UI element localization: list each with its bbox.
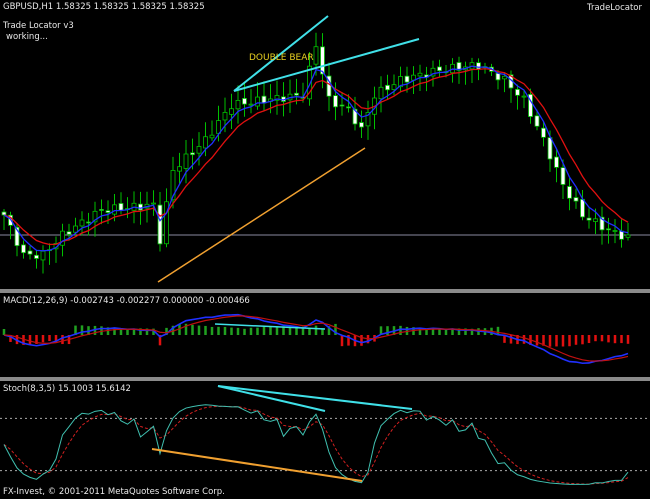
candle-body	[313, 46, 319, 65]
candle-body	[391, 84, 397, 90]
candle-body	[255, 96, 260, 107]
candle-body	[476, 62, 481, 70]
macd-signal-line	[3, 315, 629, 362]
stoch-main-line	[3, 404, 629, 485]
candle-body	[359, 122, 364, 128]
candle-body	[222, 112, 228, 121]
candle-body	[34, 254, 39, 259]
candle-body	[177, 166, 182, 172]
candle-body	[625, 234, 631, 238]
candle-body	[203, 136, 208, 149]
indicator-name: Trade Locator v3	[3, 21, 74, 31]
candle-body	[612, 230, 618, 232]
candle-body	[79, 219, 85, 227]
candle-body	[118, 203, 124, 211]
candle-body	[547, 137, 553, 160]
candle-body	[580, 198, 585, 218]
price-chart-pane[interactable]: GBPUSD,H1 1.58325 1.58325 1.58325 1.5832…	[0, 0, 650, 289]
candle-body	[534, 115, 540, 127]
macd-line	[3, 313, 629, 365]
stoch-trendline-orange	[151, 448, 363, 482]
candle-body	[294, 92, 299, 96]
candle-body	[248, 103, 254, 106]
candle-body	[554, 156, 559, 168]
candle-body	[593, 218, 598, 222]
candle-body	[339, 104, 345, 107]
candle-body	[229, 108, 234, 115]
candle-body	[40, 250, 46, 261]
candle-body	[495, 72, 501, 81]
candle-body	[502, 75, 507, 80]
candle-body	[417, 72, 423, 77]
candle-body	[151, 202, 156, 205]
copyright-footer: FX-Invest, © 2001-2011 MetaQuotes Softwa…	[3, 487, 225, 497]
symbol-info: GBPUSD,H1 1.58325 1.58325 1.58325 1.5832…	[3, 2, 205, 12]
candle-body	[606, 228, 611, 231]
candle-body	[73, 225, 78, 233]
candle-body	[99, 209, 104, 211]
candle-body	[196, 146, 202, 154]
candle-body	[190, 152, 195, 156]
macd-label: MACD(12,26,9) -0.002743 -0.002277 0.0000…	[3, 296, 250, 306]
candle-body	[437, 66, 442, 72]
candle-body	[320, 46, 325, 75]
candle-body	[385, 84, 390, 91]
candle-body	[619, 230, 624, 240]
stoch-chart	[0, 385, 650, 485]
candle-body	[346, 106, 351, 109]
candle-body	[541, 127, 546, 138]
stoch-trendline-cyan	[217, 385, 413, 410]
candle-body	[66, 231, 72, 235]
candle-body	[567, 186, 572, 199]
candle-body	[586, 217, 592, 221]
candle-body	[515, 88, 520, 96]
candle-body	[209, 134, 215, 139]
candle-body	[112, 204, 117, 215]
candle-body	[378, 86, 384, 100]
candle-body	[21, 244, 26, 254]
stoch-pane[interactable]: Stoch(8,3,5) 15.1003 15.6142 FX-Invest, …	[0, 381, 650, 499]
candle-body	[573, 197, 579, 202]
candle-body	[138, 203, 143, 211]
candle-body	[1, 211, 7, 216]
trade-locator-label: TradeLocator	[587, 3, 642, 13]
candle-body	[183, 153, 189, 169]
candle-body	[27, 250, 33, 255]
indicator-status: working...	[6, 32, 48, 42]
candle-body	[105, 210, 111, 213]
candle-body	[235, 100, 241, 110]
candle-body	[521, 95, 527, 98]
candle-body	[560, 167, 566, 185]
candle-body	[333, 95, 338, 108]
macd-pane[interactable]: MACD(12,26,9) -0.002743 -0.002277 0.0000…	[0, 293, 650, 377]
price-chart	[0, 15, 650, 283]
fast-ma-line	[3, 65, 629, 252]
stoch-label: Stoch(8,3,5) 15.1003 15.6142	[3, 384, 131, 394]
candle-body	[157, 204, 163, 245]
candle-body	[86, 221, 91, 224]
candle-body	[242, 98, 247, 105]
double-bear-label: DOUBLE BEAR	[249, 53, 314, 63]
candle-body	[404, 75, 410, 83]
